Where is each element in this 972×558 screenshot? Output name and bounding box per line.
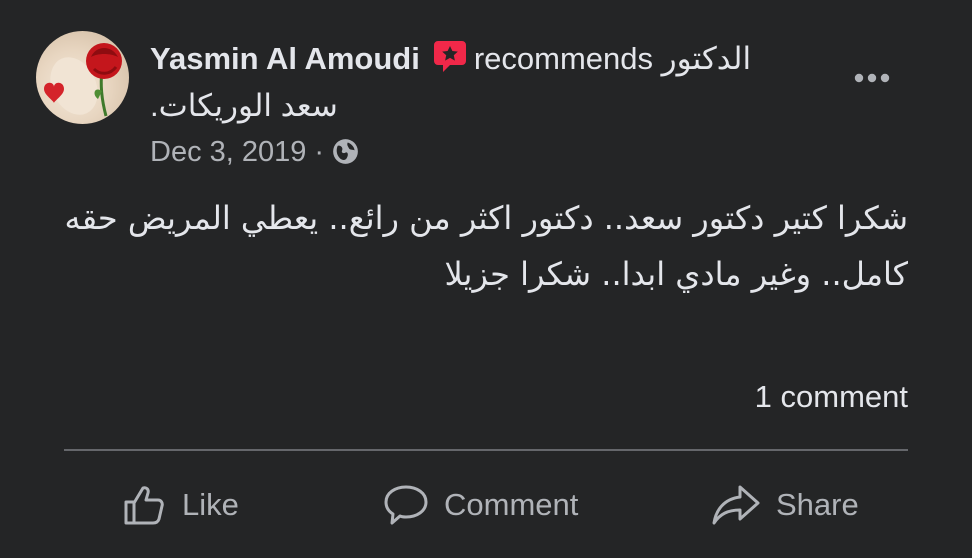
more-options-icon: [854, 73, 890, 83]
thumbs-up-icon: [124, 486, 164, 525]
actions-divider: [64, 449, 908, 451]
share-button[interactable]: Share: [710, 470, 859, 540]
post-meta: Dec 3, 2019 ·: [150, 133, 359, 171]
author-avatar[interactable]: [36, 31, 129, 124]
recommends-text: recommends: [473, 41, 654, 76]
post-card: Yasmin Al Amoudi recommends الدكتور سعد ا…: [0, 0, 972, 558]
author-name[interactable]: Yasmin Al Amoudi: [150, 41, 420, 76]
share-arrow-icon: [712, 485, 760, 525]
like-button[interactable]: Like: [120, 470, 239, 540]
post-actions: Like Comment Share: [64, 470, 908, 540]
globe-icon[interactable]: [332, 137, 359, 164]
rose-photo: [44, 43, 122, 117]
page-name-continued[interactable]: سعد الوريكات.: [150, 86, 338, 126]
comment-bubble-icon: [384, 485, 428, 525]
share-label: Share: [776, 487, 859, 522]
like-label: Like: [182, 487, 239, 522]
post-body: شكرا كتير دكتور سعد.. دكتور اكثر من رائع…: [64, 199, 908, 293]
meta-separator: ·: [314, 136, 325, 168]
post-header: Yasmin Al Amoudi recommends الدكتور: [150, 38, 810, 79]
page-name-link[interactable]: الدكتور: [662, 41, 751, 76]
comment-count-link[interactable]: 1 comment: [755, 377, 908, 417]
more-options-button[interactable]: [842, 58, 902, 98]
recommend-icon: [432, 38, 468, 74]
comment-label: Comment: [444, 487, 579, 522]
post-date[interactable]: Dec 3, 2019: [150, 136, 306, 168]
comment-button[interactable]: Comment: [382, 470, 578, 540]
